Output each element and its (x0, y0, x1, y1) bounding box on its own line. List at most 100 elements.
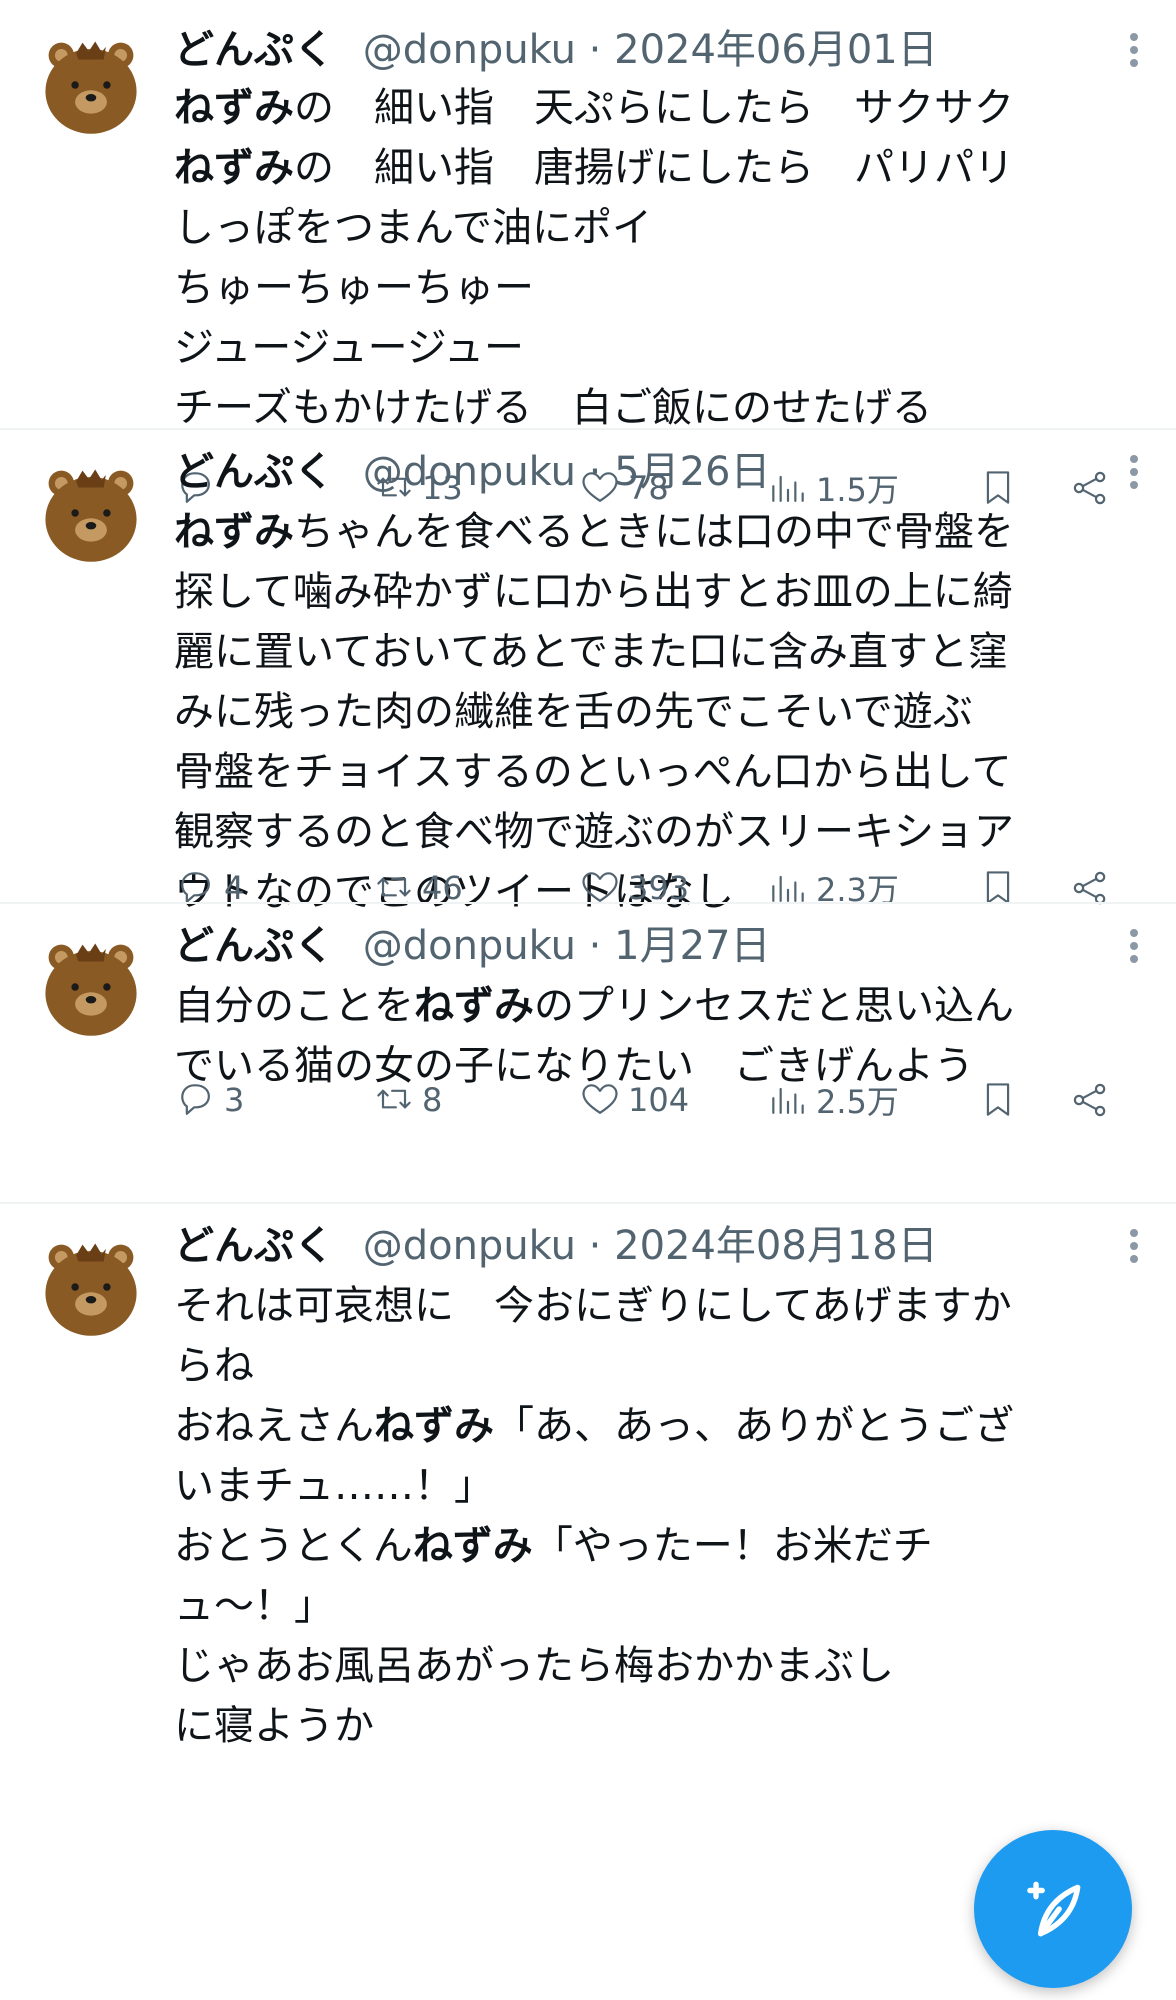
text-segment: らね (174, 1343, 254, 1389)
text-segment: ュ〜！」 (174, 1583, 334, 1629)
tweet-header: どんぷく @donpuku · 2024年06月01日 (174, 20, 938, 80)
tweet-line: おねえさんねずみ「あ、あっ、ありがとうござ (174, 1396, 1120, 1456)
tweet-line: 探して噛み砕かずに口から出すとお皿の上に綺 (174, 562, 1120, 622)
text-segment: それは可哀想に 今おにぎりにしてあげますか (174, 1283, 1012, 1329)
handle[interactable]: @donpuku · 1月27日 (363, 923, 771, 969)
views-icon (772, 1087, 804, 1114)
tweet-line: ねずみの 細い指 唐揚げにしたら パリパリ (174, 138, 1120, 198)
highlighted-keyword: ねずみ (174, 145, 294, 191)
tweet-header: どんぷく @donpuku · 2024年08月18日 (174, 1216, 938, 1276)
timestamp[interactable]: 2024年08月18日 (614, 1223, 938, 1269)
avatar[interactable] (38, 460, 144, 566)
tweet-header: どんぷく @donpuku · 5月26日 (174, 442, 770, 502)
retweet-icon (377, 1089, 411, 1109)
text-segment: 自分のことを (174, 983, 414, 1029)
likes-count: 104 (628, 1081, 690, 1119)
more-icon[interactable] (1126, 30, 1142, 70)
bear-avatar-icon (45, 1243, 137, 1336)
share-icon (1073, 1083, 1106, 1117)
text-segment: チーズもかけたげる 白ご飯にのせたげる (174, 385, 932, 431)
compose-post-icon (1027, 1881, 1081, 1937)
avatar[interactable] (38, 32, 144, 138)
bookmark-icon (986, 1083, 1010, 1116)
text-segment: おとうとくん (174, 1523, 413, 1569)
highlighted-keyword: ねずみ (174, 85, 294, 131)
bear-avatar-icon (45, 41, 137, 134)
text-segment: いまチュ……！」 (174, 1463, 494, 1509)
retweets-count: 8 (422, 1081, 443, 1119)
handle[interactable]: @donpuku · 5月26日 (363, 449, 771, 495)
text-segment: じゃあお風呂あがったら梅おかかまぶし (174, 1643, 894, 1689)
tweet-header: どんぷく @donpuku · 1月27日 (174, 916, 770, 976)
replies-count: 3 (224, 1081, 245, 1119)
text-segment: の 細い指 唐揚げにしたら パリパリ (294, 145, 1014, 191)
text-segment: 「あ、あっ、ありがとうござ (494, 1403, 1014, 1449)
tweet-line: しっぽをつまんで油にポイ (174, 198, 1120, 258)
more-icon[interactable] (1126, 926, 1142, 966)
tweet-line: 観察するのと食べ物で遊ぶのがスリーキショア (174, 802, 1120, 862)
tweet-line: それは可哀想に 今おにぎりにしてあげますか (174, 1276, 1120, 1336)
action-bar: 3 8 104 2.5万 (174, 1070, 1134, 1130)
text-segment: ジュージュージュー (174, 325, 524, 371)
bookmark-button[interactable] (976, 1070, 1020, 1130)
tweet-line: らね (174, 1336, 1120, 1396)
tweet-line: ねずみの 細い指 天ぷらにしたら サクサク (174, 78, 1120, 138)
timestamp[interactable]: 2024年06月01日 (614, 27, 938, 73)
highlighted-keyword: ねずみ (174, 509, 294, 555)
avatar[interactable] (38, 934, 144, 1040)
highlighted-keyword: ねずみ (412, 1523, 533, 1569)
bear-avatar-icon (45, 943, 137, 1036)
display-name[interactable]: どんぷく (174, 923, 334, 969)
tweet-line: ジュージュージュー (174, 318, 1120, 378)
avatar[interactable] (38, 1234, 144, 1340)
tweet-line: 骨盤をチョイスするのといっぺん口から出して (174, 742, 1120, 802)
tweet[interactable]: どんぷく @donpuku · 1月27日 自分のことをねずみのプリンセスだと思… (0, 904, 1176, 1204)
tweet-line: じゃあお風呂あがったら梅おかかまぶし (174, 1636, 1120, 1696)
text-segment: 骨盤をチョイスするのといっぺん口から出して (174, 749, 1012, 795)
highlighted-keyword: ねずみ (414, 983, 534, 1029)
retweet-button[interactable]: 8 (372, 1070, 442, 1130)
reply-icon (181, 1084, 210, 1115)
text-segment: 探して噛み砕かずに口から出すとお皿の上に綺 (174, 569, 1013, 615)
views-count: 2.5万 (816, 1083, 899, 1121)
tweet-text: それは可哀想に 今おにぎりにしてあげますか らね おねえさんねずみ「あ、あっ、ありが… (174, 1276, 1120, 1756)
display-name[interactable]: どんぷく (174, 27, 334, 73)
text-segment: に寝ようか (174, 1703, 374, 1749)
tweet-line: ねずみちゃんを食べるときには口の中で骨盤を (174, 502, 1120, 562)
text-segment: の 細い指 天ぷらにしたら サクサク (294, 85, 1014, 131)
handle[interactable]: @donpuku · 2024年08月18日 (363, 1223, 938, 1269)
tweet-line: ちゅーちゅーちゅー (174, 258, 1120, 318)
text-segment: しっぽをつまんで油にポイ (174, 205, 652, 251)
text-segment: 「やったー！お米だチ (532, 1523, 933, 1569)
tweet-line: に寝ようか (174, 1696, 1120, 1756)
tweet[interactable]: どんぷく @donpuku · 2024年06月01日 ねずみの 細い指 天ぷら… (0, 0, 1176, 509)
more-icon[interactable] (1126, 452, 1142, 492)
tweet-line: ュ〜！」 (174, 1576, 1120, 1636)
tweet-line: 自分のことをねずみのプリンセスだと思い込ん (174, 976, 1120, 1036)
bear-avatar-icon (45, 469, 137, 562)
display-name[interactable]: どんぷく (174, 449, 334, 495)
compose-post-button[interactable] (974, 1830, 1132, 1988)
tweet-line: おとうとくんねずみ「やったー！お米だチ (174, 1516, 1120, 1576)
text-segment: ちゅーちゅーちゅー (174, 265, 534, 311)
text-segment: 観察するのと食べ物で遊ぶのがスリーキショア (174, 809, 1014, 855)
handle[interactable]: @donpuku · 2024年06月01日 (363, 27, 938, 73)
tweet-line: 麗に置いておいてあとでまた口に含み直すと窪 (174, 622, 1120, 682)
tweet[interactable]: どんぷく @donpuku · 5月26日 ねずみちゃんを食べるときには口の中で… (0, 430, 1176, 915)
timestamp[interactable]: 1月27日 (614, 923, 770, 969)
views-button[interactable]: 2.5万 (766, 1070, 899, 1130)
reply-button[interactable]: 3 (174, 1070, 244, 1130)
tweet-line: みに残った肉の繊維を舌の先でこそいで遊ぶ (174, 682, 1120, 742)
text-segment: みに残った肉の繊維を舌の先でこそいで遊ぶ (174, 689, 973, 735)
heart-icon (582, 1084, 618, 1114)
tweet-text: ねずみの 細い指 天ぷらにしたら サクサク ねずみの 細い指 唐揚げにしたら パリ… (174, 78, 1120, 438)
text-segment: おねえさん (174, 1403, 374, 1449)
text-segment: のプリンセスだと思い込ん (534, 983, 1014, 1029)
like-button[interactable]: 104 (578, 1070, 689, 1130)
text-segment: ちゃんを食べるときには口の中で骨盤を (294, 509, 1014, 555)
timestamp[interactable]: 5月26日 (614, 449, 770, 495)
more-icon[interactable] (1126, 1226, 1142, 1266)
display-name[interactable]: どんぷく (174, 1223, 334, 1269)
highlighted-keyword: ねずみ (374, 1403, 494, 1449)
share-button[interactable] (1068, 1070, 1112, 1130)
